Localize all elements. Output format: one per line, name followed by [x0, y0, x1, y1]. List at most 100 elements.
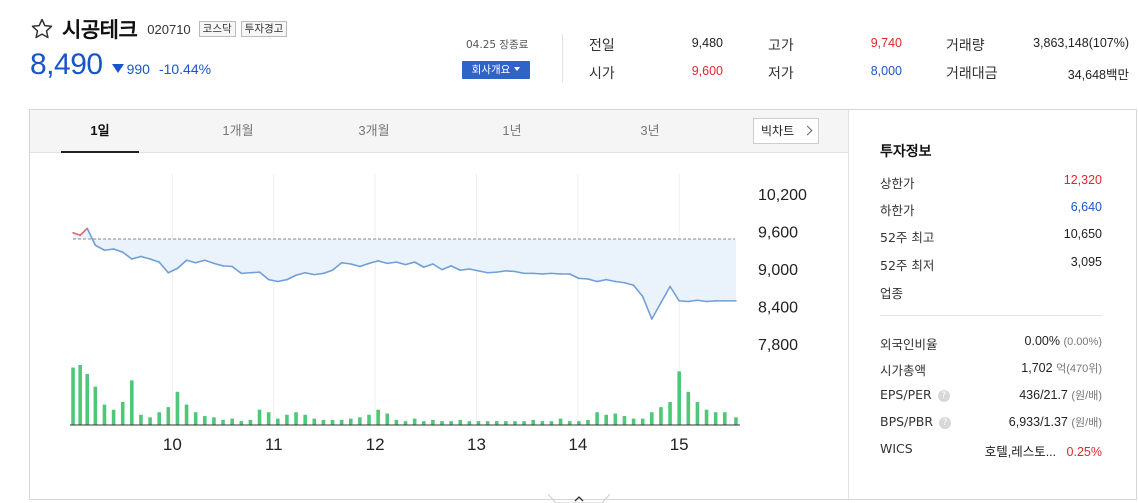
change-rate: -10.44% [158, 61, 212, 77]
wics-sector: 호텔,레스토... [984, 445, 1057, 459]
volume-bar [348, 418, 353, 425]
bps-pbr-unit: (원/배) [1071, 417, 1102, 429]
volume-bar [640, 418, 645, 425]
volume-bar [394, 419, 399, 425]
price-line-down-segment [222, 265, 233, 268]
x-axis-label: 12 [366, 435, 385, 454]
price-change-value: 990 [126, 61, 150, 77]
price-change: 990 [111, 61, 150, 77]
volume-bar [604, 414, 609, 425]
tab-3year[interactable]: 3년 [611, 110, 689, 153]
lower-limit-label: 하한가 [880, 203, 915, 218]
x-axis-label: 15 [670, 435, 689, 454]
volume-bar [558, 418, 563, 425]
volume-bar [421, 421, 426, 425]
tab-1month[interactable]: 1개월 [199, 110, 277, 153]
help-icon[interactable]: ? [939, 417, 952, 429]
price-line-down-segment [486, 271, 498, 274]
eps-per-text: EPS/PER [880, 387, 932, 402]
industry-label: 업종 [880, 286, 904, 301]
price-line-down-segment [678, 300, 690, 303]
volume-bar [531, 419, 536, 425]
tab-1day[interactable]: 1일 [61, 110, 139, 153]
info-row-bps-pbr: BPS/PBR? 6,933/1.37 (원/배) [880, 414, 1102, 432]
volume-bar [321, 419, 326, 425]
volume-bar [367, 414, 371, 425]
volume-bar [203, 416, 207, 425]
volume-bar [659, 407, 663, 425]
stock-name: 시공테크 [62, 18, 138, 42]
volume-bar [175, 391, 180, 425]
volume-bar [467, 421, 472, 425]
favorite-star-icon[interactable] [30, 17, 54, 41]
market-cap-unit: 억 [1056, 363, 1067, 375]
eps-per-value: 436/21.7 (원/배) [1019, 387, 1102, 403]
open-value: 9,600 [691, 64, 723, 78]
volume-bar [734, 417, 738, 425]
amount-label: 거래대금 [946, 66, 998, 82]
volume-bar [403, 421, 408, 425]
volume-bar [239, 421, 244, 425]
big-chart-label: 빅차트 [761, 124, 795, 138]
help-icon[interactable]: ? [937, 390, 950, 402]
header-divider [562, 34, 563, 82]
tab-1year[interactable]: 1년 [473, 110, 551, 153]
volume-bar [567, 421, 572, 425]
52w-low-value: 3,095 [1070, 255, 1102, 269]
info-row-eps-per: EPS/PER? 436/21.7 (원/배) [880, 387, 1102, 405]
info-row-52w-low: 52주 최저 3,095 [880, 255, 1102, 273]
volume-bar [622, 416, 627, 425]
volume-bar [431, 419, 435, 425]
volume-bar [677, 371, 681, 425]
52w-high-value: 10,650 [1063, 227, 1102, 241]
volume-bar [412, 418, 417, 425]
company-overview-label: 회사개요 [471, 64, 511, 76]
volume-bar [102, 404, 107, 425]
y-axis-label: 10,200 [758, 187, 807, 204]
volume-bar [504, 421, 508, 425]
info-row-52w-high: 52주 최고 10,650 [880, 227, 1102, 245]
volume-bar [376, 409, 380, 425]
upper-limit-label: 상한가 [880, 176, 915, 191]
volume-bar [494, 421, 499, 425]
wics-value[interactable]: 호텔,레스토... 0.25% [985, 441, 1102, 460]
volume-bar [704, 409, 709, 425]
volume-bar [695, 402, 700, 425]
collapse-toggle-icon[interactable] [548, 494, 610, 503]
volume-bar [522, 421, 526, 425]
high-value: 9,740 [870, 36, 902, 50]
market-cap-rank: (470위) [1066, 363, 1102, 375]
volume-bar [385, 413, 390, 425]
prev-close-value: 9,480 [691, 36, 723, 50]
foreign-ratio-label: 외국인비율 [880, 337, 938, 352]
volume-bar [330, 419, 335, 425]
price-line-down-segment [532, 272, 544, 275]
intraday-chart: 10,200 9,600 9,000 8,400 7,800 10 11 12 13 14 15 [70, 174, 807, 454]
volume-bar [303, 414, 307, 425]
52w-low-label: 52주 최저 [880, 258, 935, 273]
company-overview-button[interactable]: 회사개요 [462, 61, 530, 79]
bps-pbr-value: 6,933/1.37 (원/배) [1009, 414, 1102, 430]
volume-bar [184, 404, 189, 425]
price-line-down-segment [550, 272, 562, 275]
big-chart-button[interactable]: 빅차트 [753, 118, 819, 144]
y-axis-label: 8,400 [758, 300, 798, 317]
volume-bar [312, 418, 317, 425]
prev-close-label: 전일 [589, 38, 615, 54]
volume-bar [722, 412, 727, 425]
price-line-down-segment [505, 270, 516, 273]
52w-high-label: 52주 최고 [880, 230, 935, 245]
volume-bar [540, 421, 545, 425]
price-line-down-segment [578, 277, 589, 280]
info-row-industry: 업종 [880, 283, 1102, 301]
info-row-upper-limit: 상한가 12,320 [880, 173, 1102, 191]
eps-per-unit: (원/배) [1071, 390, 1102, 402]
volume-bar [285, 414, 289, 425]
stock-header: 시공테크 020710 코스닥 투자경고 [30, 14, 292, 44]
volume-bar [221, 419, 225, 425]
market-cap-number: 1,702 [1021, 361, 1053, 375]
y-axis-label: 7,800 [758, 337, 798, 354]
volume-bar [212, 417, 216, 425]
tab-3month[interactable]: 3개월 [335, 110, 413, 153]
volume-bar [358, 417, 362, 425]
